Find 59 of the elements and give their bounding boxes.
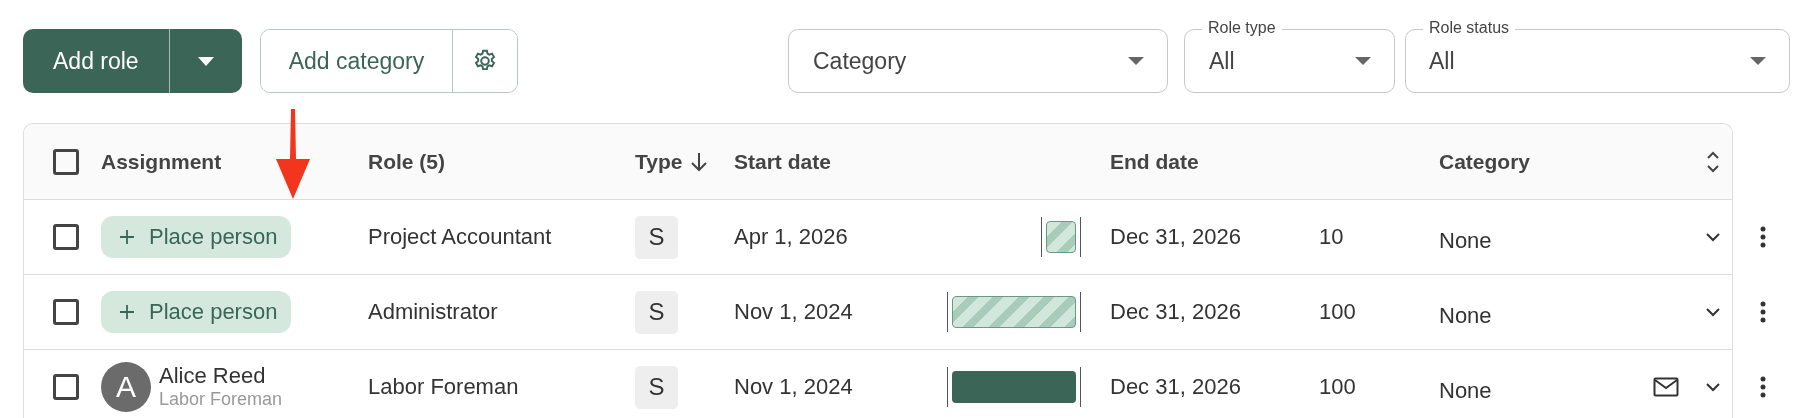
row-checkbox[interactable] <box>53 224 79 250</box>
start-date: Nov 1, 2024 <box>734 374 853 400</box>
place-person-button[interactable]: Place person <box>101 291 292 333</box>
start-date: Nov 1, 2024 <box>734 299 853 325</box>
filter-select[interactable]: Category <box>788 18 1168 93</box>
column-header[interactable]: Role (5) <box>368 149 445 174</box>
end-date: Dec 31, 2026 <box>1110 374 1241 400</box>
select-label: Role type <box>1202 18 1282 38</box>
column-header[interactable]: Type <box>635 149 683 174</box>
count: 10 <box>1319 224 1344 250</box>
chevron-down-icon[interactable] <box>1704 232 1721 242</box>
dropdown-icon <box>1355 57 1371 65</box>
role-name: Labor Foreman <box>368 374 519 400</box>
sort-arrow-icon[interactable] <box>690 151 709 172</box>
type-badge: S <box>635 215 678 259</box>
row-checkbox[interactable] <box>53 374 79 400</box>
type-badge: S <box>635 290 678 334</box>
category: None <box>1439 378 1492 404</box>
plus-icon <box>119 229 135 245</box>
column-header[interactable]: Start date <box>734 149 831 174</box>
person-name[interactable]: Alice Reed <box>159 363 283 390</box>
select-value: All <box>1429 47 1455 75</box>
category: None <box>1439 228 1492 254</box>
end-date: Dec 31, 2026 <box>1110 224 1241 250</box>
settings-button[interactable] <box>452 30 518 92</box>
select-value: All <box>1209 47 1235 75</box>
chevron-down-icon[interactable] <box>1704 382 1721 392</box>
timeline-bar <box>1041 217 1081 257</box>
count: 100 <box>1319 374 1356 400</box>
type-badge: S <box>635 365 678 409</box>
person-role: Labor Foreman <box>159 389 283 411</box>
role-name: Project Accountant <box>368 224 552 250</box>
avatar: A <box>101 362 151 412</box>
add-role-button[interactable]: Add role <box>23 29 169 93</box>
more-options-icon[interactable] <box>1760 225 1766 248</box>
row-checkbox[interactable] <box>53 299 79 325</box>
column-header[interactable]: Assignment <box>101 149 222 174</box>
select-all-checkbox[interactable] <box>53 148 79 175</box>
column-header[interactable]: End date <box>1110 149 1199 174</box>
expand-collapse-icon[interactable] <box>1705 150 1720 173</box>
dropdown-button[interactable] <box>168 29 242 93</box>
role-name: Administrator <box>368 299 498 325</box>
dropdown-icon <box>1750 57 1766 65</box>
more-options-icon[interactable] <box>1760 300 1766 323</box>
filter-select[interactable]: Role type All <box>1184 18 1395 93</box>
place-person-button[interactable]: Place person <box>101 216 292 258</box>
select-value: Category <box>813 47 907 75</box>
start-date: Apr 1, 2026 <box>734 224 848 250</box>
more-options-icon[interactable] <box>1760 375 1766 398</box>
mail-icon[interactable] <box>1653 377 1679 397</box>
end-date: Dec 31, 2026 <box>1110 299 1241 325</box>
filter-select[interactable]: Role status All <box>1405 18 1790 93</box>
caret-icon <box>197 56 214 66</box>
dropdown-icon <box>1128 57 1144 65</box>
count: 100 <box>1319 299 1356 325</box>
category: None <box>1439 303 1492 329</box>
column-header[interactable]: Category <box>1439 149 1531 174</box>
chevron-down-icon[interactable] <box>1704 307 1721 317</box>
plus-icon <box>119 304 135 320</box>
